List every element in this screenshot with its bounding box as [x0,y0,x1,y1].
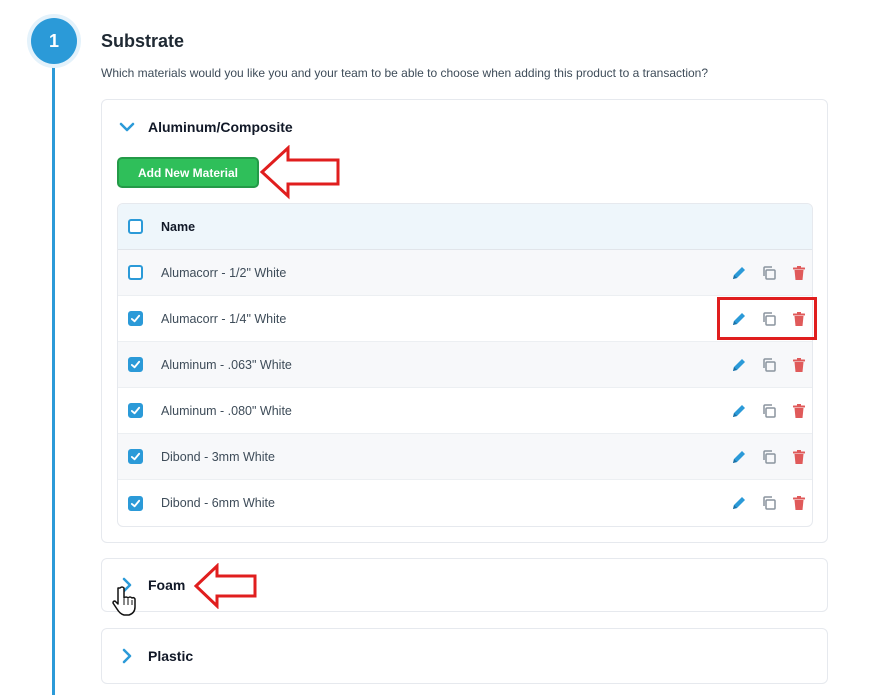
group-label: Aluminum/Composite [148,119,293,135]
trash-icon[interactable] [790,402,808,420]
hand-cursor-icon [112,586,136,616]
row-actions [730,342,808,387]
group-header-aluminum[interactable]: Aluminum/Composite [118,118,293,136]
row-actions [730,388,808,433]
row-checkbox[interactable] [128,495,143,511]
step-timeline-line [52,40,55,695]
material-name: Aluminum - .063" White [161,357,292,372]
material-group-plastic: Plastic [101,628,828,684]
row-actions [730,480,808,526]
section-title: Substrate [101,31,185,51]
table-row: Aluminum - .063" White [118,342,812,388]
pencil-icon[interactable] [730,402,748,420]
group-label: Plastic [148,648,194,664]
chevron-right-icon [122,648,132,664]
add-new-material-button[interactable]: Add New Material [117,157,259,188]
pencil-icon[interactable] [730,264,748,282]
trash-icon[interactable] [790,264,808,282]
step-number-badge: 1 [31,18,77,64]
row-checkbox[interactable] [128,403,143,418]
copy-icon[interactable] [760,448,778,466]
material-name: Alumacorr - 1/4" White [161,311,287,326]
table-row: Dibond - 6mm White [118,480,812,526]
material-name: Alumacorr - 1/2" White [161,265,287,280]
material-name: Aluminum - .080" White [161,403,292,418]
column-header-name: Name [161,219,196,234]
trash-icon[interactable] [790,356,808,374]
table-row: Alumacorr - 1/2" White [118,250,812,296]
copy-icon[interactable] [760,402,778,420]
trash-icon[interactable] [790,494,808,512]
trash-icon[interactable] [790,448,808,466]
material-group-foam: Foam [101,558,828,612]
pencil-icon[interactable] [730,494,748,512]
pencil-icon[interactable] [730,448,748,466]
chevron-down-icon [119,122,135,132]
row-actions [730,250,808,295]
copy-icon[interactable] [760,264,778,282]
table-row: Aluminum - .080" White [118,388,812,434]
row-checkbox[interactable] [128,357,143,372]
table-header-row: Name [118,204,812,250]
group-header-plastic[interactable]: Plastic [118,629,193,683]
select-all-checkbox[interactable] [128,219,143,234]
section-description: Which materials would you like you and y… [101,66,709,80]
table-row: Dibond - 3mm White [118,434,812,480]
row-checkbox[interactable] [128,311,143,326]
row-checkbox[interactable] [128,265,143,280]
annotation-box-row-actions [717,297,817,340]
copy-icon[interactable] [760,356,778,374]
material-name: Dibond - 3mm White [161,449,275,464]
group-label: Foam [148,577,186,593]
pencil-icon[interactable] [730,356,748,374]
copy-icon[interactable] [760,494,778,512]
material-name: Dibond - 6mm White [161,496,275,510]
row-checkbox[interactable] [128,449,143,464]
row-actions [730,434,808,479]
materials-table: Name Alumacorr - 1/2" White Alumacorr - 1… [117,203,813,527]
table-row: Alumacorr - 1/4" White [118,296,812,342]
